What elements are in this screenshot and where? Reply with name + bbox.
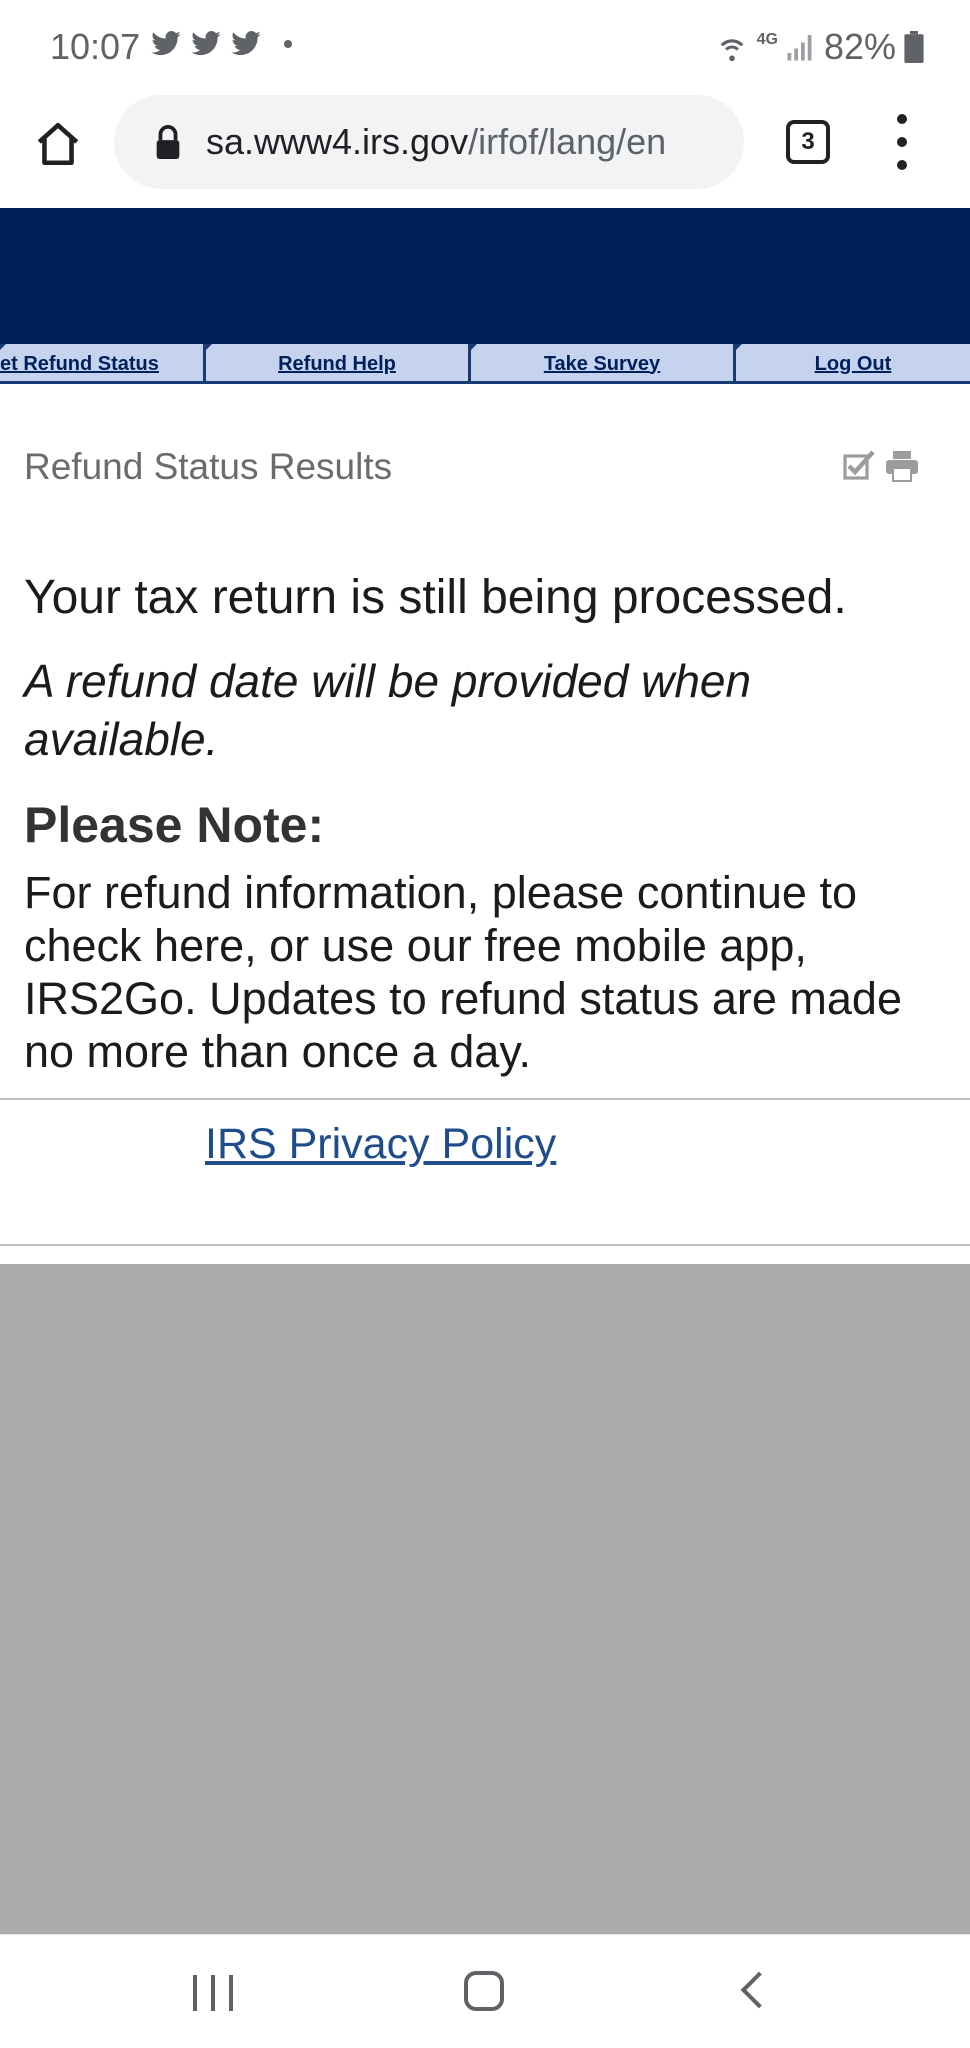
- dot-icon: [284, 40, 292, 48]
- nav-get-refund-status[interactable]: et Refund Status: [0, 344, 206, 384]
- empty-page-area: [0, 1264, 970, 1934]
- system-home-button[interactable]: [464, 1971, 504, 2011]
- print-icon[interactable]: [885, 450, 919, 487]
- signal-icon: [787, 35, 812, 61]
- divider: [0, 1098, 970, 1100]
- network-type: 4G: [756, 31, 778, 48]
- status-right: 4G 82%: [715, 26, 924, 68]
- system-nav-bar: [0, 1934, 970, 2048]
- url-text: sa.www4.irs.gov/irfof/lang/en: [206, 121, 716, 163]
- tab-count: 3: [801, 128, 815, 155]
- url-host: sa.www4.irs.gov: [206, 121, 469, 162]
- status-time: 10:07: [50, 26, 141, 67]
- more-menu-button[interactable]: [888, 114, 916, 170]
- url-path: /irfof/lang/en: [468, 121, 667, 162]
- home-icon: [37, 122, 79, 166]
- battery-percent: 82%: [823, 26, 896, 67]
- status-bar: 10:07 4G 82%: [0, 0, 970, 92]
- recent-apps-button[interactable]: [193, 1975, 233, 2011]
- privacy-policy-link[interactable]: IRS Privacy Policy: [205, 1120, 556, 1169]
- nav-log-out[interactable]: Log Out: [734, 344, 970, 384]
- note-title: Please Note:: [24, 797, 325, 853]
- home-button[interactable]: [30, 116, 86, 172]
- page-tools: [843, 450, 919, 487]
- check-icon[interactable]: [843, 450, 875, 487]
- section-title: Refund Status Results: [24, 446, 393, 487]
- divider: [0, 1244, 970, 1246]
- system-back-button[interactable]: [740, 1971, 778, 2009]
- twitter-icon: [151, 31, 181, 56]
- twitter-icon: [191, 31, 221, 56]
- browser-toolbar: sa.www4.irs.gov/irfof/lang/en 3: [0, 92, 970, 208]
- notification-icons: [150, 30, 292, 58]
- address-bar[interactable]: sa.www4.irs.gov/irfof/lang/en: [114, 95, 744, 189]
- refund-date-message: A refund date will be provided when avai…: [24, 655, 752, 765]
- lock-icon: [154, 125, 182, 159]
- note-body: For refund information, please continue …: [24, 867, 902, 1077]
- irs-nav-bar: et Refund Status Refund Help Take Survey…: [0, 344, 970, 384]
- wifi-icon: [720, 39, 743, 62]
- twitter-icon: [231, 31, 261, 56]
- nav-refund-help[interactable]: Refund Help: [204, 344, 471, 384]
- more-icon: [897, 114, 907, 124]
- status-message: Your tax return is still being processed…: [24, 571, 847, 624]
- battery-icon: [904, 31, 924, 63]
- tab-switcher-button[interactable]: 3: [786, 120, 830, 164]
- nav-take-survey[interactable]: Take Survey: [469, 344, 736, 384]
- irs-header-banner: [0, 208, 970, 344]
